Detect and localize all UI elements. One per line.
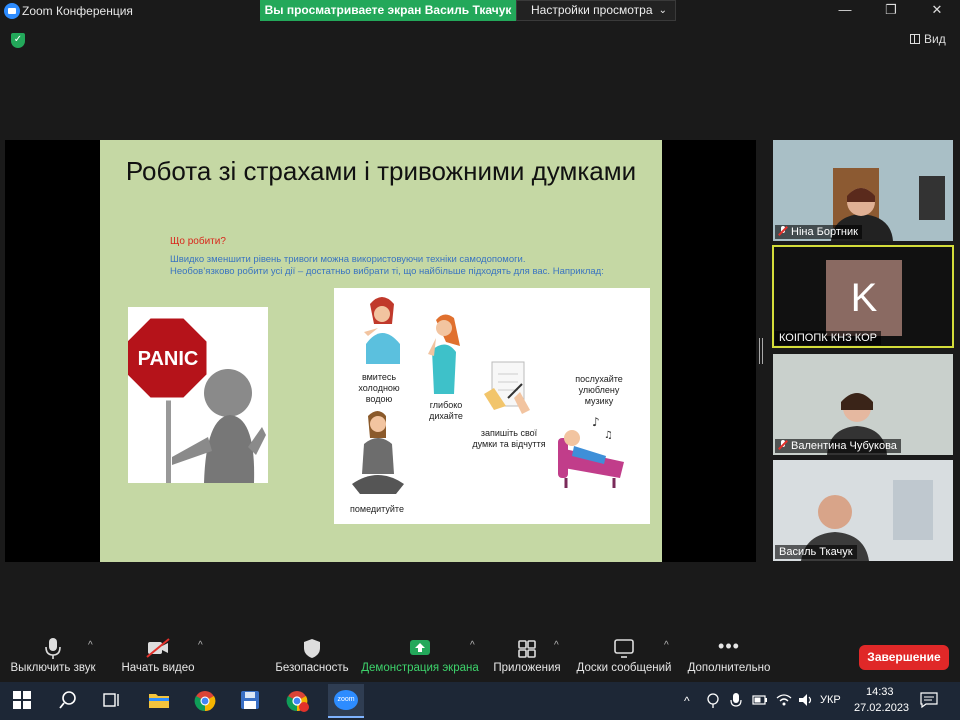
presentation-slide: Робота зі страхами і тривожними думками … — [100, 140, 662, 562]
tip-music: послухайте улюблену музику — [575, 374, 623, 406]
restore-icon[interactable]: ❐ — [868, 0, 914, 22]
whiteboard-icon — [574, 636, 674, 662]
slide-body-line: Необов’язково робити усі дії – достатньо… — [170, 266, 604, 277]
grid-view-icon — [910, 34, 920, 44]
app-title: Zoom Конференция — [22, 4, 133, 18]
share-screen-icon — [360, 636, 480, 662]
clock-time[interactable]: 14:33 — [866, 686, 894, 698]
breathing-icon — [428, 314, 460, 394]
whiteboards-label: Доски сообщений — [576, 662, 672, 674]
video-tile[interactable]: Валентина Чубукова — [773, 354, 953, 455]
slide-body-line: Швидко зменшити рівень тривоги можна вик… — [170, 254, 526, 265]
participant-name: Василь Ткачук — [775, 545, 857, 559]
windows-taskbar: zoom ^ УКР 14:33 27.02.2023 — [0, 682, 960, 720]
more-label: Дополнительно — [687, 662, 771, 674]
zoom-taskbar-icon[interactable]: zoom — [328, 684, 364, 718]
encryption-shield-icon[interactable]: ✓ — [11, 33, 25, 48]
view-settings-dropdown[interactable]: Настройки просмотра ⌄ — [516, 0, 676, 21]
view-label: Вид — [924, 32, 946, 46]
screen-share-banner: Вы просматриваете экран Василь Ткачук — [260, 0, 516, 21]
security-label: Безопасность — [275, 662, 349, 674]
minimize-icon[interactable]: — — [822, 0, 868, 22]
tip-meditate: помедитуйте — [350, 504, 404, 514]
zoom-window: Zoom Конференция Вы просматриваете экран… — [0, 0, 960, 720]
windows-start-icon[interactable] — [12, 690, 36, 712]
washing-face-icon — [364, 297, 400, 364]
slide-body: Швидко зменшити рівень тривоги можна вик… — [170, 254, 650, 278]
video-options-caret-icon[interactable]: ^ — [198, 640, 203, 651]
whiteboards-button[interactable]: Доски сообщений — [574, 636, 674, 674]
share-screen-label: Демонстрация экрана — [361, 662, 479, 674]
mute-label: Выключить звук — [10, 662, 96, 674]
zoom-taskbar-label: zoom — [334, 690, 358, 710]
music-listening-icon: ♪ ♫ — [558, 415, 624, 488]
microphone-icon — [6, 636, 100, 662]
participant-name: КОІПОПК КНЗ КОР — [775, 331, 881, 345]
view-settings-label: Настройки просмотра — [531, 3, 653, 17]
chrome-profile-icon[interactable] — [286, 690, 310, 712]
volume-icon[interactable] — [798, 692, 814, 708]
whiteboard-options-caret-icon[interactable]: ^ — [664, 640, 669, 651]
muted-mic-icon — [779, 440, 787, 450]
battery-icon[interactable] — [752, 693, 768, 707]
file-explorer-icon[interactable] — [148, 690, 172, 712]
slide-title: Робота зі страхами і тривожними думками — [125, 156, 637, 186]
end-meeting-button[interactable]: Завершение — [859, 645, 949, 670]
notepad-icon — [484, 361, 530, 414]
svg-text:♪: ♪ — [592, 415, 600, 429]
start-video-label: Начать видео — [121, 662, 195, 674]
share-screen-button[interactable]: Демонстрация экрана — [360, 636, 480, 674]
close-icon[interactable]: ✕ — [914, 0, 960, 22]
share-options-caret-icon[interactable]: ^ — [470, 640, 475, 651]
notifications-icon[interactable] — [920, 692, 938, 709]
title-bar: Zoom Конференция Вы просматриваете экран… — [0, 0, 960, 22]
panic-illustration: PANIC — [128, 307, 268, 483]
zoom-logo-icon — [4, 3, 20, 19]
apps-options-caret-icon[interactable]: ^ — [554, 640, 559, 651]
meet-now-icon[interactable] — [706, 692, 720, 710]
panel-resize-handle[interactable] — [759, 338, 763, 364]
apps-icon — [490, 636, 564, 662]
video-tile[interactable]: Ніна Бортник — [773, 140, 953, 241]
view-button[interactable]: Вид — [910, 32, 946, 46]
task-view-icon[interactable] — [102, 690, 126, 712]
slide-question: Що робити? — [170, 236, 226, 247]
video-tile-active-speaker[interactable]: K КОІПОПК КНЗ КОР — [772, 245, 954, 348]
shared-screen: Робота зі страхами і тривожними думками … — [5, 140, 756, 562]
participant-name: Валентина Чубукова — [775, 439, 901, 453]
muted-mic-icon — [779, 226, 787, 236]
tip-write: запишіть свої думки та відчуття — [472, 428, 546, 449]
wifi-icon[interactable] — [776, 692, 792, 708]
tip-breathe: глибоко дихайте — [429, 400, 463, 421]
audio-options-caret-icon[interactable]: ^ — [88, 640, 93, 651]
video-off-icon — [116, 636, 200, 662]
mute-button[interactable]: Выключить звук — [6, 636, 100, 674]
start-video-button[interactable]: Начать видео — [116, 636, 200, 674]
svg-text:♫: ♫ — [604, 430, 613, 441]
avatar: K — [826, 260, 902, 336]
security-shield-icon — [272, 636, 352, 662]
tip-wash: вмитесь холодною водою — [358, 372, 400, 404]
panic-figure-icon: PANIC — [128, 315, 266, 483]
input-language[interactable]: УКР — [820, 694, 841, 706]
microphone-tray-icon[interactable] — [730, 692, 742, 710]
meditation-icon — [352, 411, 404, 494]
panic-sign-text: PANIC — [138, 348, 199, 370]
search-icon[interactable] — [58, 690, 82, 712]
more-button[interactable]: ••• Дополнительно — [684, 636, 774, 674]
chrome-icon[interactable] — [194, 690, 218, 712]
security-button[interactable]: Безопасность — [272, 636, 352, 674]
tray-overflow-caret-icon[interactable]: ^ — [684, 694, 690, 708]
clock-date[interactable]: 27.02.2023 — [854, 702, 909, 714]
apps-button[interactable]: Приложения — [490, 636, 564, 674]
participant-name: Ніна Бортник — [775, 225, 862, 239]
video-tile[interactable]: Василь Ткачук — [773, 460, 953, 561]
chevron-down-icon: ⌄ — [658, 5, 667, 16]
more-dots-icon: ••• — [718, 636, 740, 656]
apps-label: Приложения — [493, 662, 561, 674]
self-help-tips-illustration: ♪ ♫ вмитесь холодною водою глибоко дихай… — [334, 288, 650, 524]
save-app-icon[interactable] — [240, 690, 264, 712]
